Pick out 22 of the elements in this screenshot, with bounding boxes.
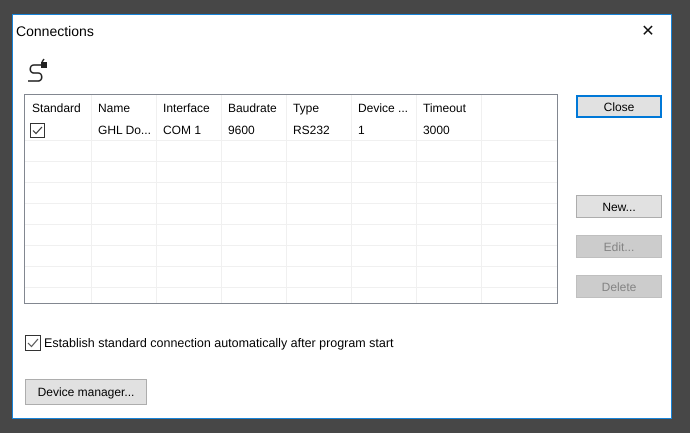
dialog-button[interactable]: Close [576,95,662,118]
cable-icon [26,57,50,83]
close-button[interactable]: ✕ [625,15,671,46]
column-header[interactable]: Device ... [352,95,417,120]
device-manager-button[interactable]: Device manager... [25,379,147,405]
checkbox-label[interactable]: Establish standard connection automatically after program start [44,336,394,350]
column-header[interactable]: Standard [25,95,92,120]
window-title: Connections [16,22,94,38]
table-cell: GHL Do... [92,120,157,140]
table-cell: RS232 [287,120,352,140]
column-header[interactable]: Name [92,95,157,120]
checkbox[interactable] [25,335,41,351]
column-header[interactable]: Interface [157,95,222,120]
column-header[interactable]: Type [287,95,352,120]
checkbox[interactable] [30,122,45,138]
column-header[interactable]: Baudrate [222,95,287,120]
table-cell: 3000 [417,120,482,140]
table-cell: COM 1 [157,120,222,140]
dialog-button[interactable]: New... [576,195,662,218]
table-cell: 1 [352,120,417,140]
table-cell: 9600 [222,120,287,140]
column-header[interactable]: Timeout [417,95,482,120]
